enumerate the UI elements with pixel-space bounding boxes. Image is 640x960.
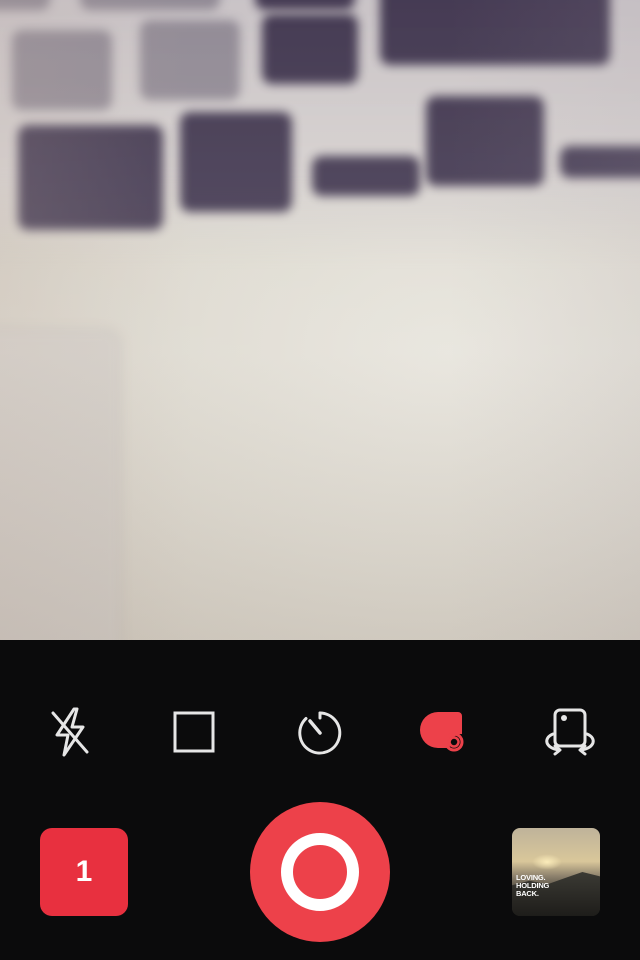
last-photo-thumbnail[interactable]: LOVING. HOLDING BACK. [512, 828, 600, 916]
square-crop-icon [173, 711, 215, 753]
thumbnail-caption: LOVING. HOLDING BACK. [516, 873, 550, 898]
camera-mode-icon [420, 712, 464, 752]
viewfinder-light [0, 0, 640, 640]
camera-viewfinder[interactable] [0, 0, 640, 640]
flash-toggle-button[interactable] [38, 700, 102, 764]
flash-off-icon [51, 707, 89, 757]
thumbnail-sun [532, 854, 562, 870]
timer-icon [298, 711, 342, 755]
switch-camera-icon [545, 708, 595, 756]
shutter-button[interactable] [250, 802, 390, 942]
square-crop-button[interactable] [162, 700, 226, 764]
shutter-ring-icon [281, 833, 359, 911]
photo-count-button[interactable]: 1 [40, 828, 128, 916]
capture-bar: 1 LOVING. HOLDING BACK. [0, 800, 640, 950]
camera-mode-button[interactable] [412, 700, 476, 764]
timer-button[interactable] [288, 700, 352, 764]
switch-camera-button[interactable] [538, 700, 602, 764]
camera-toolbar [0, 700, 640, 764]
camera-controls-panel: 1 LOVING. HOLDING BACK. [0, 640, 640, 960]
photo-count-label: 1 [75, 855, 93, 888]
